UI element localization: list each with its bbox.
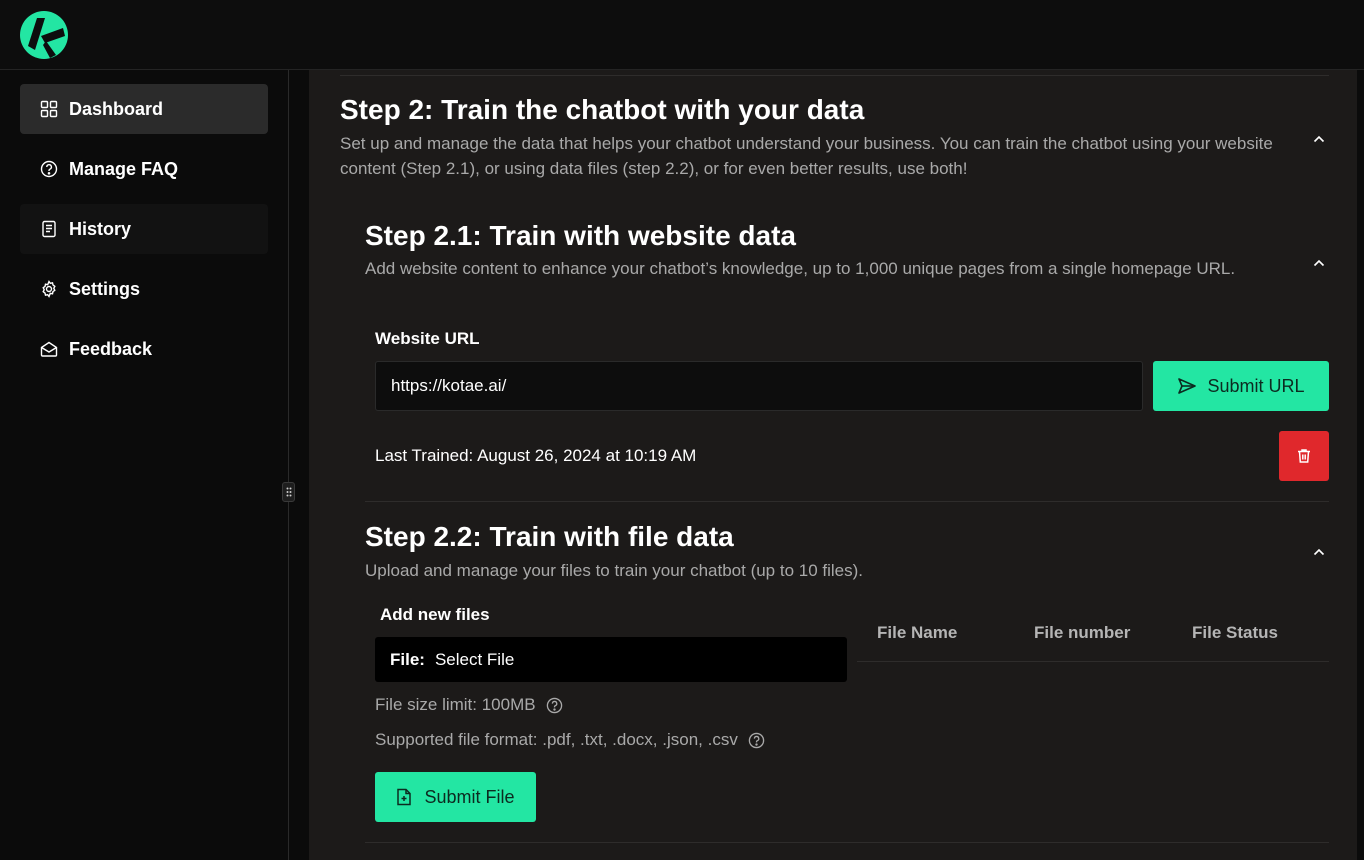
submit-url-button[interactable]: Submit URL [1153,361,1329,411]
website-url-input[interactable] [375,361,1143,411]
chevron-up-icon[interactable] [1311,131,1327,147]
step21-title: Step 2.1: Train with website data [365,220,796,251]
step21-description: Add website content to enhance your chat… [365,259,1236,278]
step2-title: Step 2: Train the chatbot with your data [340,94,865,125]
grid-icon [40,100,58,118]
file-size-limit-text: File size limit: 100MB [375,695,536,714]
step22-description: Upload and manage your files to train yo… [365,561,864,580]
help-circle-icon [40,160,58,178]
resize-handle[interactable] [282,482,295,502]
sidebar-item-label: Feedback [69,338,153,359]
step2-description: Set up and manage the data that helps yo… [340,134,1273,178]
table-header-file-number: File number [1034,623,1131,642]
drag-dots-icon [286,487,291,497]
file-size-limit: File size limit: 100MB [375,695,563,715]
main-panel: Step 2: Train the chatbot with your data… [309,70,1357,860]
section-divider [365,501,1329,502]
kotae-logo-icon[interactable] [19,10,69,60]
trash-icon [1298,449,1310,463]
file-placeholder: Select File [434,649,515,669]
section-divider [365,842,1329,843]
step22-title: Step 2.2: Train with file data [365,521,734,552]
file-plus-icon [397,788,412,806]
sidebar-item-settings[interactable]: Settings [20,264,268,314]
sidebar-item-dashboard[interactable]: Dashboard [20,84,268,134]
sidebar-item-label: Settings [69,278,141,299]
last-trained-text: Last Trained: August 26, 2024 at 10:19 A… [375,446,697,465]
top-bar [0,0,1364,70]
submit-file-button[interactable]: Submit File [375,772,536,822]
sidebar-divider [288,70,289,860]
send-icon [1178,378,1197,394]
gear-icon [42,280,56,298]
section-divider [340,75,1329,76]
submit-url-label: Submit URL [1207,375,1305,396]
chevron-up-icon[interactable] [1311,255,1327,271]
sidebar-item-feedback[interactable]: Feedback [20,324,268,374]
envelope-open-icon [40,341,58,357]
document-icon [42,220,56,238]
table-header-file-status: File Status [1192,623,1278,642]
file-prefix-label: File: [390,649,425,669]
help-circle-icon[interactable] [546,697,563,714]
sidebar-item-history[interactable]: History [20,204,268,254]
sidebar: Dashboard Manage FAQ History Settings Fe… [0,70,288,860]
chevron-up-icon[interactable] [1311,544,1327,560]
table-header-file-name: File Name [877,623,958,642]
supported-formats: Supported file format: .pdf, .txt, .docx… [375,730,765,750]
submit-file-label: Submit File [424,786,515,807]
sidebar-item-label: History [69,218,132,239]
supported-formats-text: Supported file format: .pdf, .txt, .docx… [375,730,738,749]
sidebar-item-label: Dashboard [69,98,164,119]
delete-button[interactable] [1279,431,1329,481]
file-select-input[interactable]: File: Select File [375,637,847,682]
add-files-label: Add new files [380,605,490,624]
sidebar-item-label: Manage FAQ [69,158,179,179]
help-circle-icon[interactable] [748,732,765,749]
website-url-label: Website URL [375,329,480,348]
table-header-divider [857,661,1329,662]
sidebar-item-manage-faq[interactable]: Manage FAQ [20,144,268,194]
